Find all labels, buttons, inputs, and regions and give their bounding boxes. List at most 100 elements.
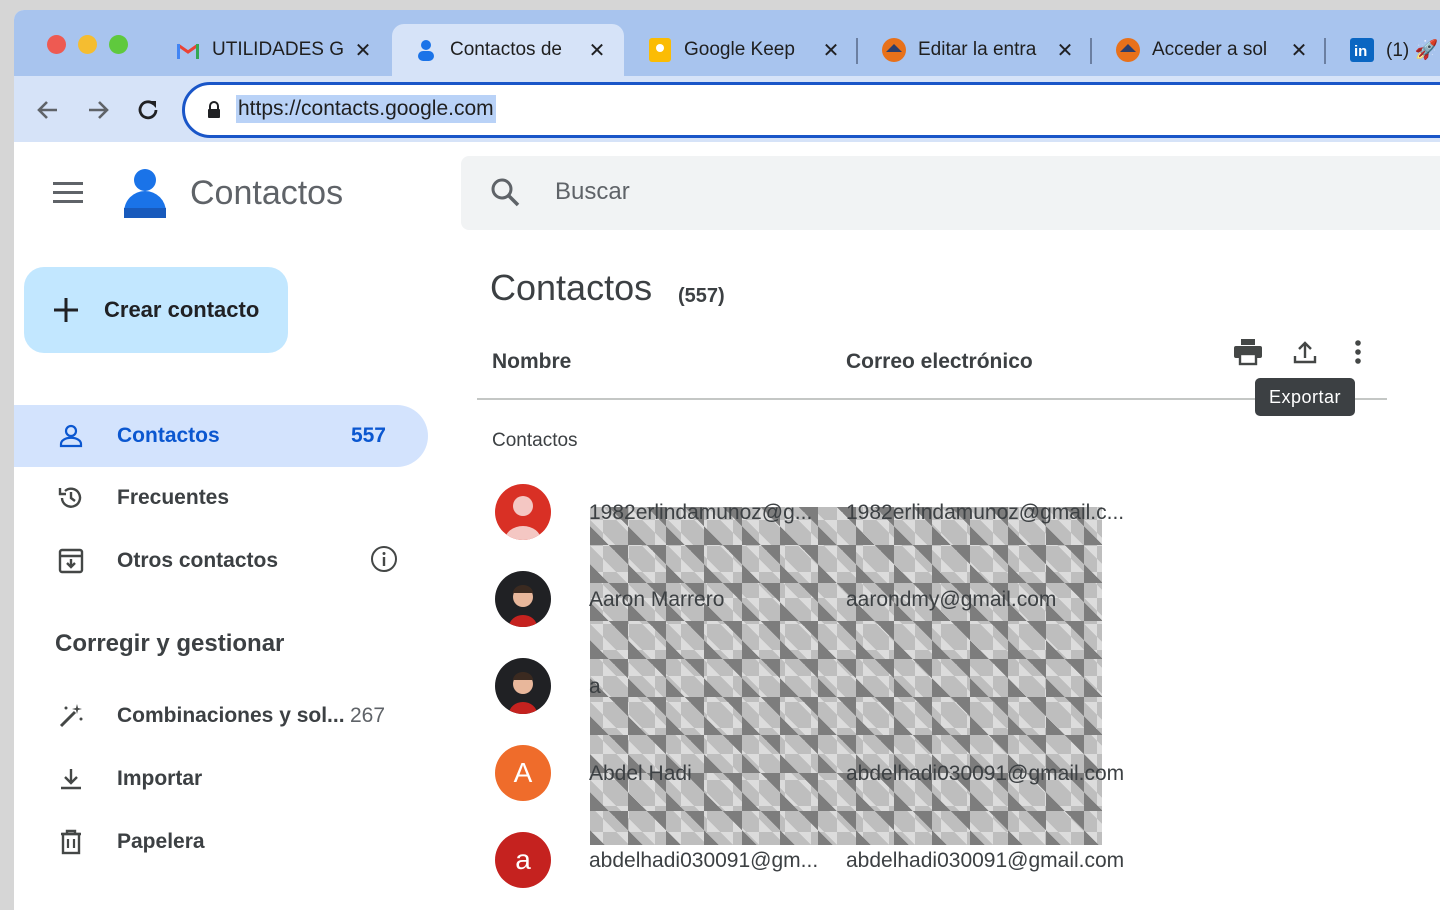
upload-icon [1293,341,1317,364]
archive-download-icon [56,546,86,576]
browser-toolbar: https://contacts.google.com [14,76,1440,142]
table-row[interactable]: a [477,658,1377,740]
tab-linkedin[interactable]: in (1) 🚀 [1328,24,1440,76]
sidebar-item-merge[interactable]: Combinaciones y sol... 267 [14,685,428,747]
memoji-avatar-icon [509,672,537,714]
contact-name: Abdel Hadi [589,762,692,785]
table-row[interactable]: 1982erlindamunoz@g... 1982erlindamunoz@g… [477,484,1377,566]
avatar: a [495,832,551,888]
print-icon [1234,339,1262,366]
contact-email: aarondmy@gmail.com [846,588,1057,611]
forward-button[interactable] [80,92,116,128]
sidebar-item-contacts[interactable]: Contactos 557 [14,405,428,467]
tab-title: Editar la entra [918,39,1037,60]
search-input[interactable]: Buscar [555,178,630,206]
plus-icon [50,294,82,326]
back-button[interactable] [30,92,66,128]
info-icon[interactable] [370,545,398,578]
sidebar-item-label: Importar [117,767,203,790]
sidebar-item-label: Otros contactos [117,549,279,572]
create-contact-label: Crear contacto [104,297,260,322]
tab-title: UTILIDADES G [212,39,344,60]
page-title: Contactos [490,267,653,308]
linkedin-icon: in [1350,38,1374,62]
tab-keep[interactable]: Google Keep ✕ [626,24,858,76]
close-icon[interactable]: ✕ [816,38,846,63]
merge-count: 267 [350,704,386,727]
sidebar-item-label: Papelera [117,830,205,853]
tab-title: Acceder a sol [1152,39,1268,60]
table-row[interactable]: a abdelhadi030091@gm... abdelhadi030091@… [477,832,1377,910]
export-button[interactable] [1287,334,1323,370]
column-header-name[interactable]: Nombre [492,350,571,374]
contact-name: a [589,675,601,698]
search-icon[interactable] [489,176,521,208]
tab-contacts[interactable]: Contactos de ✕ [392,24,624,76]
tab-gmail[interactable]: UTILIDADES G ✕ [154,24,390,76]
trash-icon [56,827,86,857]
maximize-window-button[interactable] [109,35,128,54]
print-button[interactable] [1230,334,1266,370]
sidebar-item-import[interactable]: Importar [14,748,428,810]
tab-title: (1) 🚀 [1386,40,1439,61]
sidebar-item-other-contacts[interactable]: Otros contactos [14,530,428,592]
manage-section-title: Corregir y gestionar [55,630,285,657]
gmail-icon [176,38,200,62]
table-row[interactable]: A Abdel Hadi abdelhadi030091@gmail.com [477,745,1377,827]
site-icon [882,38,906,62]
contact-email: abdelhadi030091@gmail.com [846,849,1125,872]
sidebar-item-trash[interactable]: Papelera [14,811,428,873]
avatar [495,658,551,714]
close-icon[interactable]: ✕ [582,38,612,63]
create-contact-button[interactable]: Crear contacto [24,267,288,353]
magic-wand-icon [56,701,86,731]
sidebar-item-frequent[interactable]: Frecuentes [14,467,428,529]
search-bar[interactable]: Buscar [461,156,1440,230]
sidebar-item-label: Frecuentes [117,486,230,509]
tab-separator [856,38,858,64]
sidebar-item-label: Combinaciones y sol... [117,704,345,727]
contacts-logo[interactable] [122,168,168,225]
contact-name: Aaron Marrero [589,588,725,611]
contact-email: abdelhadi030091@gmail.com [846,762,1125,785]
contacts-icon [414,38,438,62]
menu-icon [53,182,83,203]
arrow-right-icon [89,101,109,119]
table-row[interactable]: Aaron Marrero aarondmy@gmail.com [477,571,1377,653]
avatar [495,484,551,540]
person-avatar-icon [505,496,541,540]
avatar: A [495,745,551,801]
close-window-button[interactable] [47,35,66,54]
main-menu-button[interactable] [52,180,88,210]
close-icon[interactable]: ✕ [348,38,378,63]
column-header-email[interactable]: Correo electrónico [846,350,1033,374]
app-title: Contactos [190,174,344,212]
contact-name: abdelhadi030091@gm... [589,849,819,872]
more-vert-icon [1355,340,1361,364]
close-icon[interactable]: ✕ [1050,38,1080,63]
tab-separator [1324,38,1326,64]
tab-separator [1090,38,1092,64]
contact-name: 1982erlindamunoz@g... [589,501,813,524]
minimize-window-button[interactable] [78,35,97,54]
sidebar-item-label: Contactos [117,424,220,447]
avatar [495,571,551,627]
more-options-button[interactable] [1340,334,1376,370]
url-text[interactable]: https://contacts.google.com [236,95,496,123]
contacts-app: Contactos Buscar Crear contacto Contacto… [14,142,1440,910]
tab-title: Contactos de [450,39,562,60]
tab-acceder[interactable]: Acceder a sol ✕ [1094,24,1326,76]
close-icon[interactable]: ✕ [1284,38,1314,63]
memoji-avatar-icon [509,585,537,627]
contacts-count: 557 [350,424,386,447]
tab-editar[interactable]: Editar la entra ✕ [860,24,1092,76]
address-bar[interactable]: https://contacts.google.com [182,82,1440,138]
contacts-logo-icon [124,169,166,218]
history-icon [56,483,86,513]
browser-window: UTILIDADES G ✕ Contactos de ✕ Google Kee… [14,10,1440,910]
header-divider [477,398,1387,400]
site-icon [1116,38,1140,62]
reload-button[interactable] [130,92,166,128]
page-count: (557) [678,285,725,307]
contact-email: 1982erlindamunoz@gmail.c... [846,501,1125,524]
